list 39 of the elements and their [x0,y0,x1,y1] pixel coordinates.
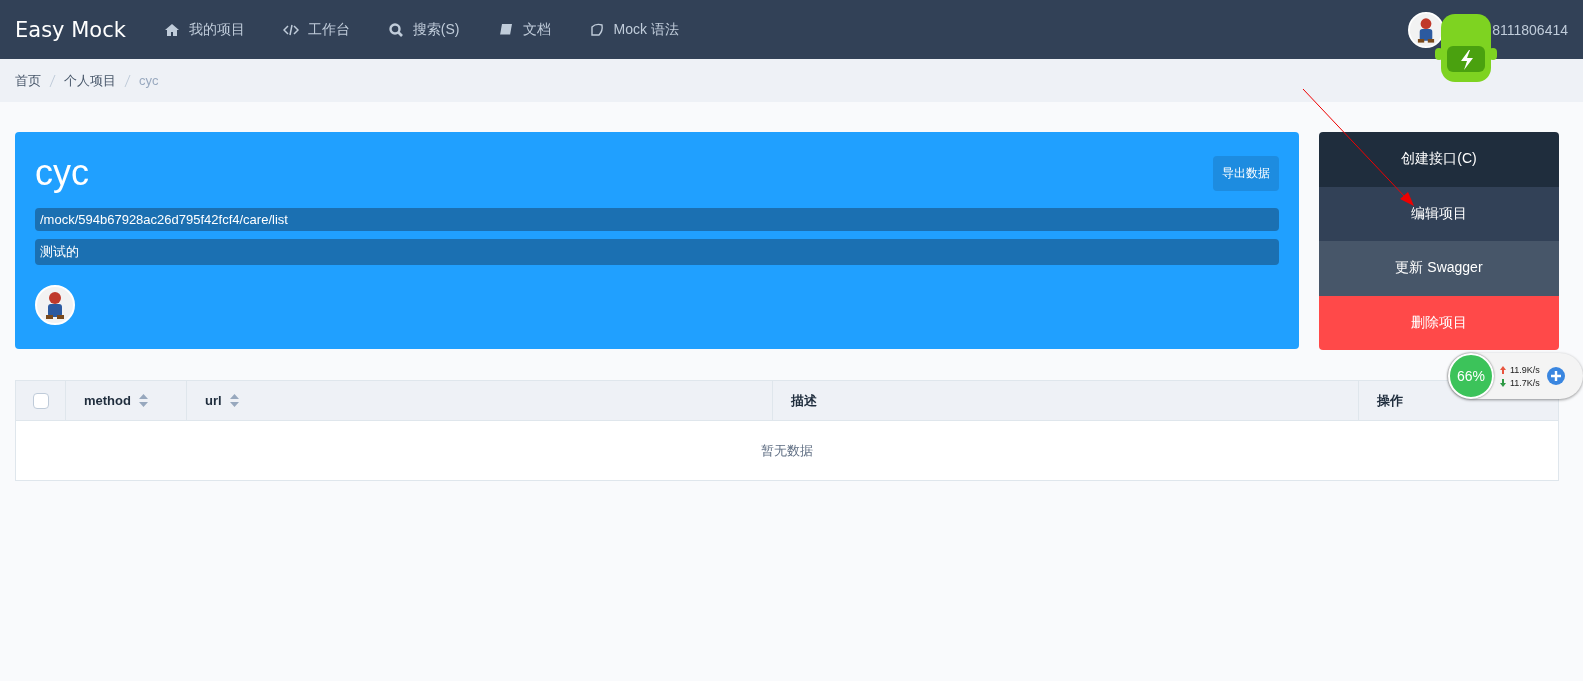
logo[interactable]: Easy Mock [15,17,126,42]
export-button[interactable]: 导出数据 [1213,156,1279,191]
sort-icon[interactable] [229,394,239,407]
project-description: 测试的 [35,239,1279,265]
column-header: 操作 [1377,391,1403,410]
select-all-checkbox[interactable] [32,392,49,409]
plus-icon[interactable] [1546,367,1565,385]
avatar [35,285,75,325]
breadcrumb-item: cyc [139,73,159,88]
nav-item[interactable]: 工作台 [282,20,350,39]
nav-item[interactable]: 我的项目 [163,20,245,39]
action-button[interactable]: 更新 Swagger [1319,241,1559,296]
book-icon [497,21,514,38]
download-rate: 11.7K/s [1510,377,1540,388]
nav-item[interactable]: 搜索(S) [387,20,460,39]
avatar [1408,11,1445,48]
slash-icon [124,74,131,87]
slash-icon [49,74,56,87]
nav-item[interactable]: Mock 语法 [588,20,679,39]
breadcrumb-item[interactable]: 个人项目 [64,71,116,90]
down-arrow-icon [1500,378,1506,387]
sort-icon[interactable] [138,394,148,407]
action-button[interactable]: 编辑项目 [1319,186,1559,241]
nav-item[interactable]: 文档 [497,20,551,39]
empty-message: 暂无数据 [761,441,813,460]
speed-widget[interactable]: 66% 11.9K/s 11.7K/s [1448,353,1583,399]
breadcrumb-item[interactable]: 首页 [15,71,41,90]
action-button[interactable]: 创建接口(C) [1319,132,1559,187]
project-title: cyc [35,152,89,194]
shape-icon [588,21,605,38]
up-arrow-icon [1500,365,1506,374]
column-header[interactable]: method [84,393,131,408]
upload-rate: 11.9K/s [1510,364,1540,375]
project-url: /mock/594b67928ac26d795f42fcf4/care/list [35,208,1279,231]
user-name[interactable]: 8111806414 [1492,21,1568,38]
column-header[interactable]: url [205,393,222,408]
column-header: 描述 [791,391,817,410]
search-icon [387,21,404,38]
home-icon [163,21,180,38]
